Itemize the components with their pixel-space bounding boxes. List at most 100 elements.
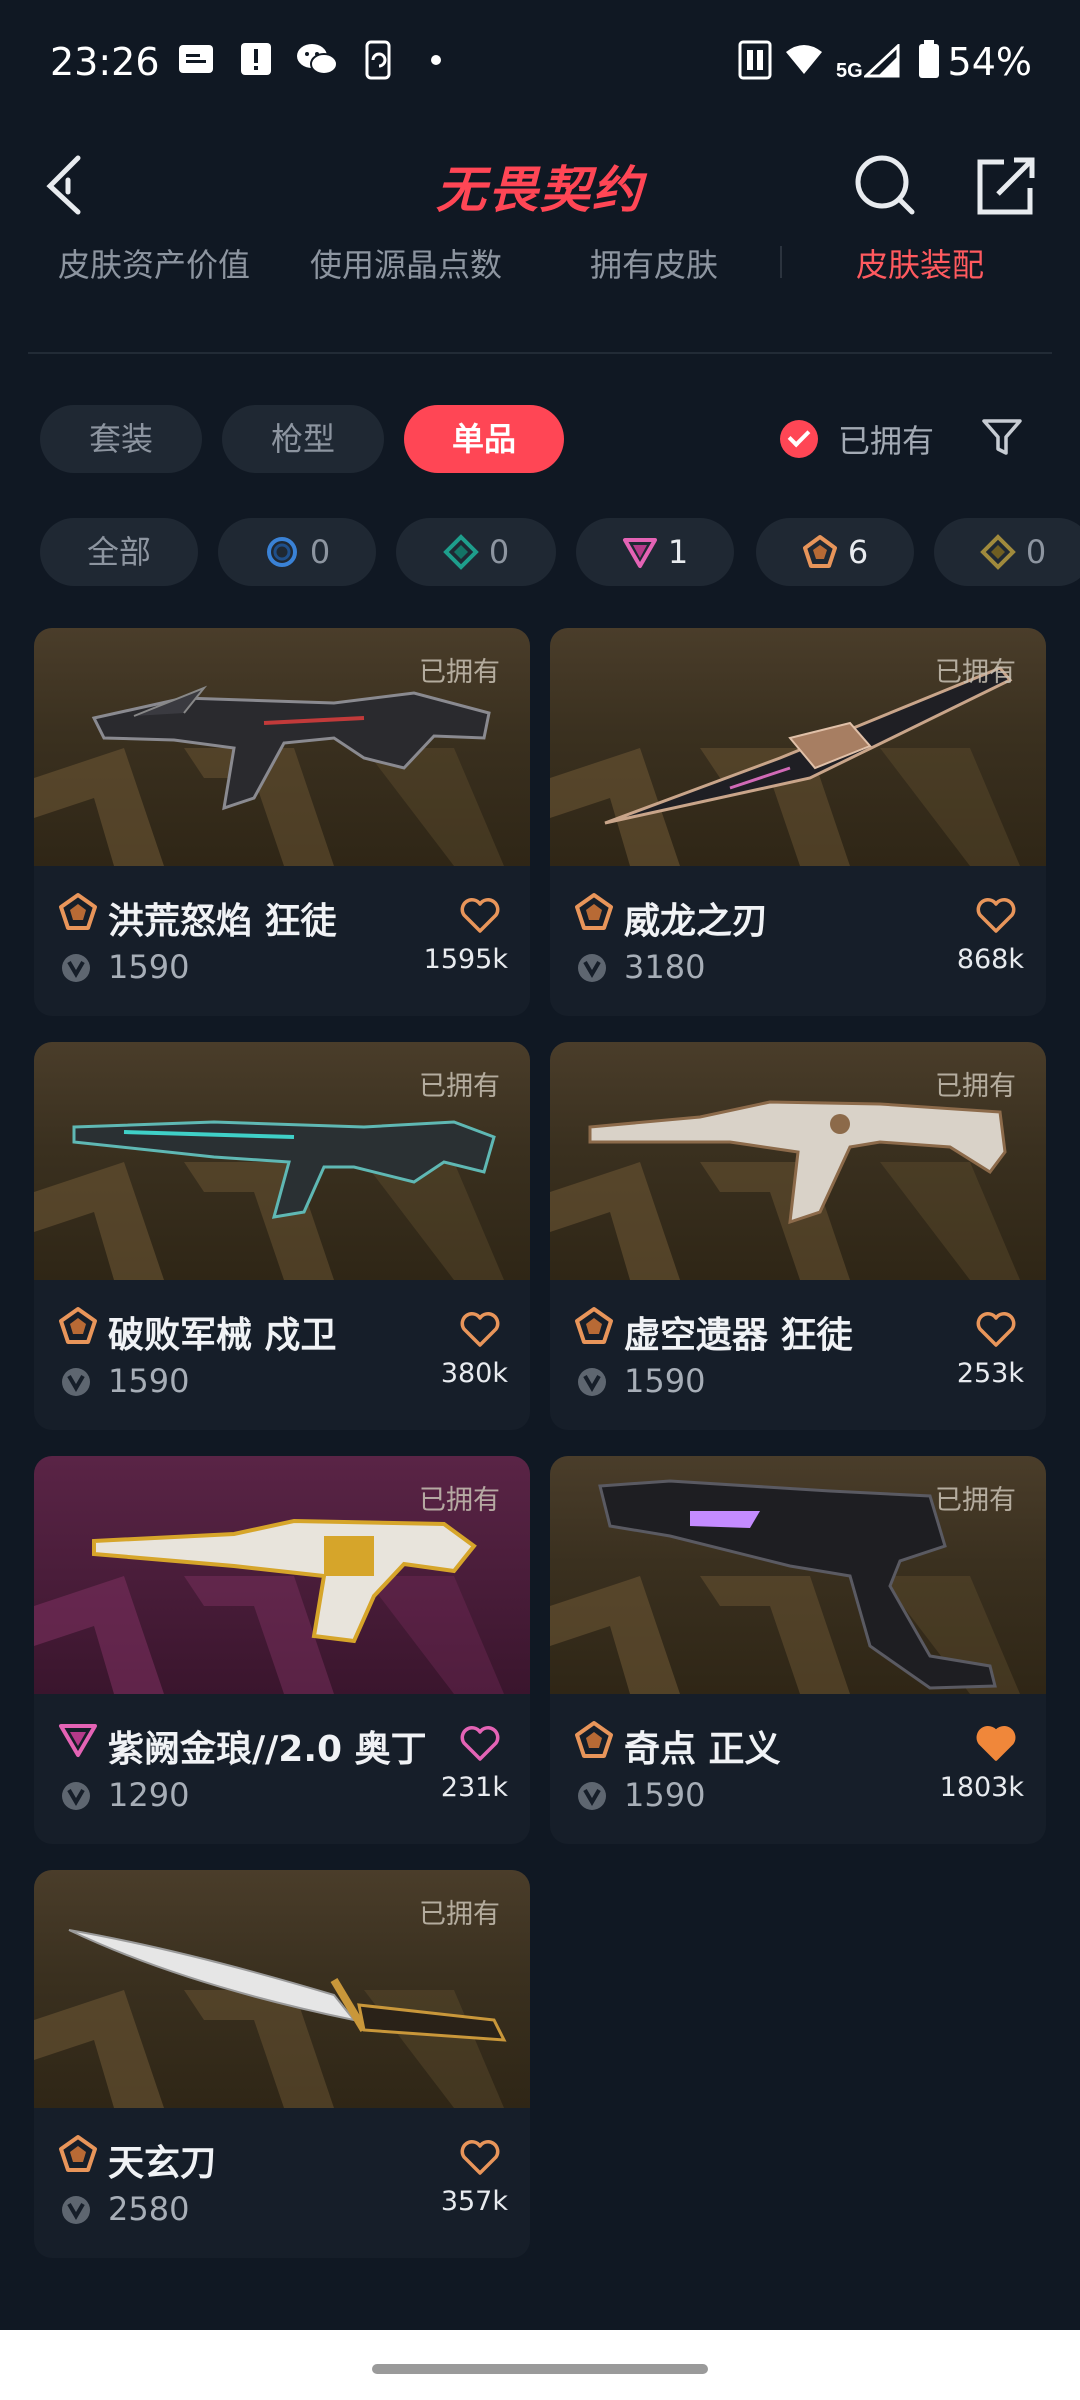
tab-skin-loadout[interactable]: 皮肤装配 [856,240,984,300]
valorant-points-icon [62,1368,90,1396]
home-gesture-bar[interactable] [372,2364,708,2374]
skin-likes: 380k [440,1358,508,1389]
dot-icon [431,55,441,65]
skin-card[interactable]: 已拥有 破败军械 戍卫 1590 380k [34,1042,530,1430]
valorant-points-icon [62,2196,90,2224]
skin-likes: 868k [956,944,1024,975]
status-bar: 23:26 5G 54% [0,0,1080,120]
tab-radianite-points[interactable]: 使用源晶点数 [310,240,502,300]
owned-toggle[interactable]: 已拥有 [780,405,934,473]
skin-likes: 231k [440,1772,508,1803]
skin-name: 天玄刀 [108,2143,217,2184]
system-nav-bar [0,2330,1080,2400]
premium-tier-icon [59,1307,97,1344]
deluxe-tier-icon [442,534,479,570]
skin-name: 威龙之刃 [624,901,769,942]
valorant-points-icon [62,954,90,982]
exclusive-tier-icon [59,1724,97,1757]
skin-image: 已拥有 [550,1042,1046,1280]
rarity-all[interactable]: 全部 [40,518,198,586]
network-type: 5G [836,60,863,82]
skin-card[interactable]: 已拥有 奇点 正义 1590 1803k [550,1456,1046,1844]
skin-card[interactable]: 已拥有 洪荒怒焰 狂徒 1590 1595k [34,628,530,1016]
skin-price: 1590 [108,1362,190,1400]
filter-icon[interactable] [980,415,1024,459]
skin-price: 2580 [108,2190,190,2228]
skin-image: 已拥有 [550,1456,1046,1694]
favorite-heart-icon[interactable] [976,898,1016,934]
app-header: 无畏契约 [0,130,1080,240]
filter-bundle[interactable]: 套装 [40,405,202,473]
skin-price: 1590 [624,1362,706,1400]
skin-card[interactable]: 已拥有 虚空遗器 狂徒 1590 253k [550,1042,1046,1430]
valorant-points-icon [578,1782,606,1810]
favorite-heart-icon[interactable] [460,898,500,934]
skin-name: 破败军械 戍卫 [108,1315,337,1356]
wifi-icon [786,45,822,74]
battery-percent: 54% [947,40,1032,84]
owned-tag: 已拥有 [935,657,1016,688]
filter-weapon-type[interactable]: 枪型 [222,405,384,473]
owned-checkbox-icon[interactable] [780,420,818,458]
battery-icon [919,40,939,78]
owned-tag: 已拥有 [419,1485,500,1516]
skin-card[interactable]: 已拥有 天玄刀 2580 357k [34,1870,530,2258]
skin-card[interactable]: 已拥有 紫阙金琅//2.0 奥丁 1290 231k [34,1456,530,1844]
valorant-points-icon [62,1782,90,1810]
owned-tag: 已拥有 [419,657,500,688]
tab-owned-skins[interactable]: 拥有皮肤 [590,240,718,300]
skin-image: 已拥有 [34,628,530,866]
ultra-tier-icon [979,534,1016,570]
alert-notification-icon [241,43,271,75]
rarity-ultra-clip: 0 [934,518,1080,586]
owned-label: 已拥有 [838,422,935,460]
skin-name: 洪荒怒焰 狂徒 [108,901,337,942]
exclusive-tier-icon [622,538,657,568]
owned-tag: 已拥有 [419,1899,500,1930]
owned-tag: 已拥有 [935,1071,1016,1102]
premium-tier-icon [575,1721,613,1758]
skin-likes: 357k [440,2186,508,2217]
search-icon[interactable] [850,150,920,220]
rarity-select[interactable]: 0 [218,518,376,586]
skin-price: 1290 [108,1776,190,1814]
rarity-premium-count: 6 [847,533,869,571]
cell-signal-icon [864,44,900,78]
skin-price: 3180 [624,948,706,986]
favorite-heart-filled-icon[interactable] [976,1726,1016,1762]
premium-tier-icon [802,535,837,568]
skin-image: 已拥有 [550,628,1046,866]
skin-price: 1590 [624,1776,706,1814]
select-tier-icon [266,537,297,567]
rarity-premium[interactable]: 6 [756,518,914,586]
skin-name: 奇点 正义 [624,1729,781,1770]
skin-image: 已拥有 [34,1870,530,2108]
message-notification-icon [179,45,213,73]
favorite-heart-icon[interactable] [976,1312,1016,1348]
wechat-icon [297,44,338,75]
skin-card[interactable]: 已拥有 威龙之刃 3180 868k [550,628,1046,1016]
premium-tier-icon [575,1307,613,1344]
skin-name: 紫阙金琅//2.0 奥丁 [108,1729,427,1770]
rarity-deluxe[interactable]: 0 [396,518,556,586]
valorant-points-icon [578,1368,606,1396]
header-divider [28,352,1052,354]
rarity-deluxe-count: 0 [488,533,510,571]
skin-image: 已拥有 [34,1042,530,1280]
tab-asset-value[interactable]: 皮肤资产价值 [58,240,250,300]
rarity-ultra[interactable]: 0 [934,518,1080,586]
share-icon[interactable] [970,150,1040,220]
favorite-heart-icon[interactable] [460,2140,500,2176]
filter-single-item[interactable]: 单品 [404,405,564,473]
owned-tag: 已拥有 [935,1485,1016,1516]
favorite-heart-icon[interactable] [460,1312,500,1348]
rarity-exclusive[interactable]: 1 [576,518,734,586]
status-time: 23:26 [50,40,160,84]
skin-name: 虚空遗器 狂徒 [624,1315,853,1356]
favorite-heart-icon[interactable] [460,1726,500,1762]
skin-price: 1590 [108,948,190,986]
premium-tier-icon [59,893,97,930]
rarity-select-count: 0 [309,533,331,571]
valorant-points-icon [578,954,606,982]
skin-image: 已拥有 [34,1456,530,1694]
